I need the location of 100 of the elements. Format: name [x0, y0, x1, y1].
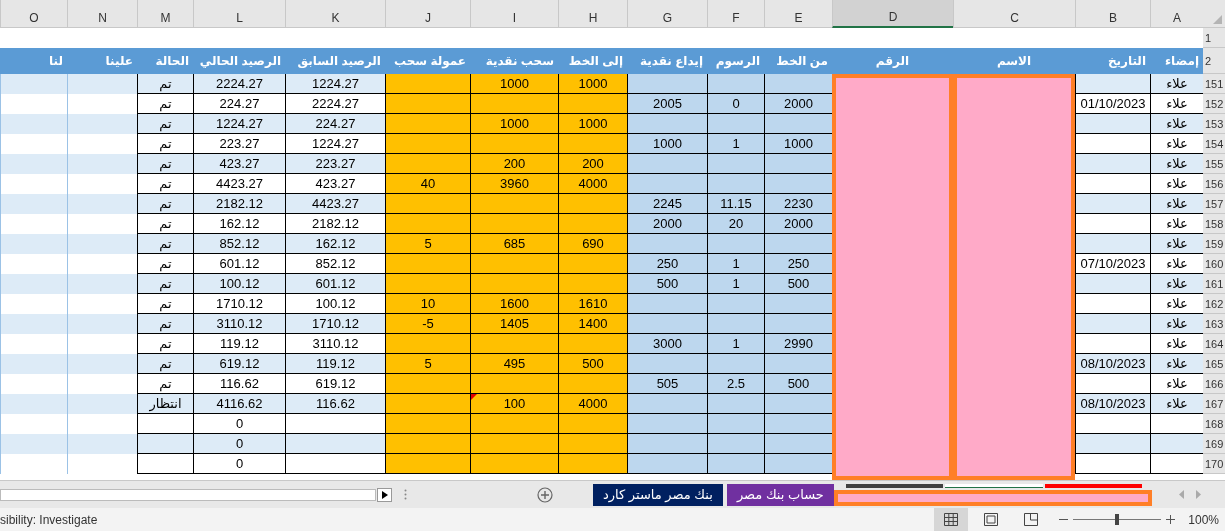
table-cell[interactable]: 3960 — [470, 174, 558, 194]
table-cell[interactable] — [285, 414, 385, 434]
row-header[interactable]: 165 — [1203, 354, 1225, 374]
table-cell[interactable]: 1400 — [558, 314, 627, 334]
table-cell[interactable] — [764, 234, 832, 254]
table-cell[interactable] — [285, 454, 385, 474]
table-cell[interactable]: تم — [137, 334, 193, 354]
table-cell[interactable]: 1710.12 — [193, 294, 285, 314]
table-cell[interactable]: 0 — [193, 434, 285, 454]
table-cell[interactable]: 500 — [764, 374, 832, 394]
table-cell[interactable]: 1224.27 — [285, 74, 385, 94]
table-cell[interactable] — [470, 94, 558, 114]
table-cell[interactable]: 2182.12 — [193, 194, 285, 214]
table-cell[interactable]: 685 — [470, 234, 558, 254]
sheet-tab[interactable]: بنك مصر ماستر كارد — [593, 483, 723, 506]
table-cell[interactable]: 3110.12 — [193, 314, 285, 334]
table-cell[interactable]: 1000 — [470, 74, 558, 94]
table-cell[interactable] — [137, 434, 193, 454]
table-cell[interactable]: 500 — [558, 354, 627, 374]
table-cell[interactable]: علاء — [1150, 114, 1203, 134]
row-header[interactable]: 156 — [1203, 174, 1225, 194]
table-cell[interactable]: 162.12 — [285, 234, 385, 254]
table-cell[interactable]: 250 — [627, 254, 707, 274]
table-cell[interactable]: 0 — [707, 94, 764, 114]
row-header[interactable]: 152 — [1203, 94, 1225, 114]
table-cell[interactable]: 495 — [470, 354, 558, 374]
table-cell[interactable] — [0, 274, 67, 294]
table-cell[interactable]: 40 — [385, 174, 470, 194]
table-cell[interactable] — [385, 194, 470, 214]
table-cell[interactable] — [1075, 214, 1150, 234]
row-header[interactable]: 163 — [1203, 314, 1225, 334]
row-header[interactable]: 168 — [1203, 414, 1225, 434]
table-cell[interactable]: تم — [137, 214, 193, 234]
row-header[interactable]: 2 — [1203, 48, 1225, 74]
table-cell[interactable] — [470, 194, 558, 214]
table-cell[interactable] — [558, 274, 627, 294]
table-cell[interactable]: 1 — [707, 274, 764, 294]
table-cell[interactable]: 2000 — [764, 214, 832, 234]
table-cell[interactable] — [707, 434, 764, 454]
table-cell[interactable] — [67, 194, 137, 214]
table-cell[interactable] — [137, 454, 193, 474]
table-cell[interactable]: 1 — [707, 334, 764, 354]
column-header[interactable]: K — [285, 0, 385, 28]
table-cell[interactable] — [385, 274, 470, 294]
horizontal-scrollbar[interactable] — [0, 488, 376, 501]
table-cell[interactable] — [707, 114, 764, 134]
sheet-tab[interactable]: حساب بنك مصر — [726, 483, 834, 506]
table-cell[interactable]: 2230 — [764, 194, 832, 214]
table-cell[interactable]: 2224.27 — [285, 94, 385, 114]
table-cell[interactable] — [385, 214, 470, 234]
column-header[interactable]: H — [558, 0, 627, 28]
table-cell[interactable] — [707, 294, 764, 314]
table-cell[interactable]: تم — [137, 134, 193, 154]
table-cell[interactable] — [470, 454, 558, 474]
row-header[interactable]: 153 — [1203, 114, 1225, 134]
table-cell[interactable] — [137, 414, 193, 434]
table-cell[interactable] — [764, 114, 832, 134]
table-cell[interactable]: 5 — [385, 354, 470, 374]
table-cell[interactable]: 505 — [627, 374, 707, 394]
table-cell[interactable]: 200 — [558, 154, 627, 174]
table-cell[interactable] — [0, 394, 67, 414]
row-header[interactable]: 162 — [1203, 294, 1225, 314]
table-cell[interactable]: 100.12 — [285, 294, 385, 314]
table-cell[interactable] — [764, 414, 832, 434]
table-cell[interactable] — [558, 254, 627, 274]
table-cell[interactable] — [558, 434, 627, 454]
row-header[interactable]: 169 — [1203, 434, 1225, 454]
table-cell[interactable] — [470, 374, 558, 394]
table-cell[interactable] — [1075, 454, 1150, 474]
table-cell[interactable] — [627, 294, 707, 314]
table-cell[interactable] — [1075, 114, 1150, 134]
table-cell[interactable] — [627, 434, 707, 454]
table-cell[interactable]: تم — [137, 154, 193, 174]
table-cell[interactable] — [764, 154, 832, 174]
table-cell[interactable]: 1 — [707, 134, 764, 154]
table-cell[interactable]: 4000 — [558, 174, 627, 194]
normal-view-button[interactable] — [934, 508, 969, 531]
table-cell[interactable] — [385, 414, 470, 434]
table-cell[interactable] — [1075, 194, 1150, 214]
table-cell[interactable]: 2182.12 — [285, 214, 385, 234]
table-cell[interactable] — [1075, 134, 1150, 154]
table-cell[interactable]: انتظار — [137, 394, 193, 414]
table-cell[interactable] — [627, 454, 707, 474]
table-cell[interactable]: تم — [137, 174, 193, 194]
table-cell[interactable] — [470, 134, 558, 154]
column-header[interactable]: I — [470, 0, 558, 28]
table-cell[interactable]: 500 — [627, 274, 707, 294]
table-cell[interactable] — [385, 374, 470, 394]
table-cell[interactable]: علاء — [1150, 394, 1203, 414]
table-cell[interactable]: 224.27 — [193, 94, 285, 114]
table-cell[interactable]: علاء — [1150, 94, 1203, 114]
table-cell[interactable]: 619.12 — [193, 354, 285, 374]
table-cell[interactable]: 10 — [385, 294, 470, 314]
column-header[interactable]: D — [832, 0, 953, 28]
table-cell[interactable] — [707, 394, 764, 414]
table-cell[interactable] — [385, 254, 470, 274]
table-cell[interactable]: 423.27 — [285, 174, 385, 194]
row-header[interactable]: 160 — [1203, 254, 1225, 274]
table-cell[interactable] — [0, 154, 67, 174]
table-cell[interactable]: 423.27 — [193, 154, 285, 174]
